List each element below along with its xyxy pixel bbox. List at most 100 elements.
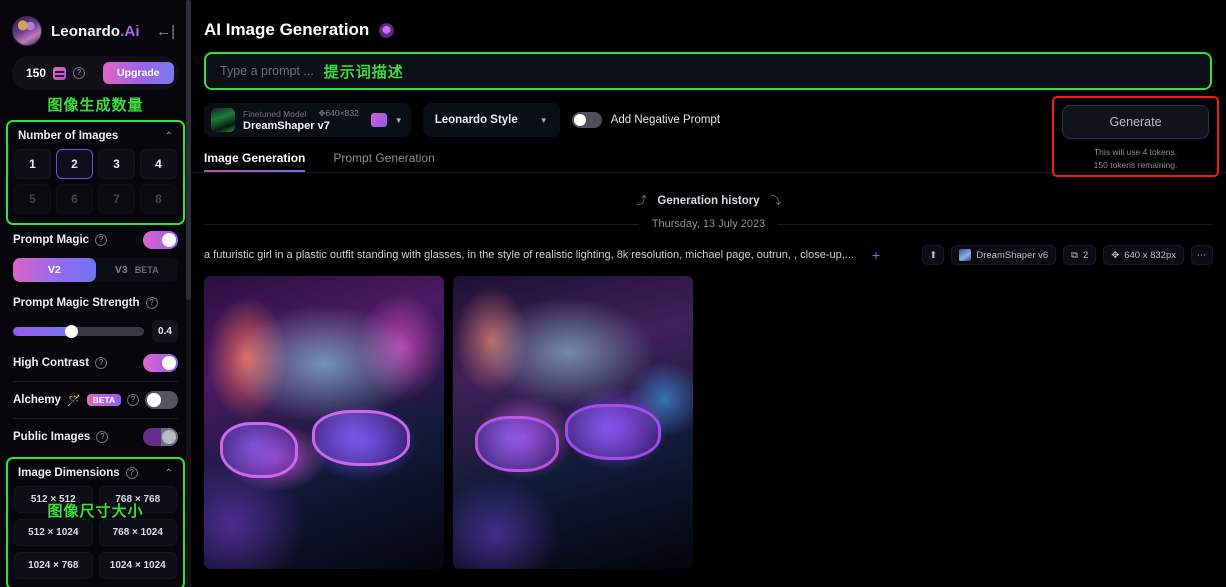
- add-icon[interactable]: +: [872, 247, 880, 263]
- num-images-3[interactable]: 3: [98, 149, 135, 179]
- alchemy-beta-badge: BETA: [86, 394, 122, 406]
- more-options-button[interactable]: ⋯: [1191, 245, 1213, 265]
- num-images-4[interactable]: 4: [140, 149, 177, 179]
- dimension-1024x768[interactable]: 1024 × 768: [14, 552, 93, 579]
- toggle-knob: [573, 114, 586, 126]
- image-dimensions-help-icon[interactable]: ?: [125, 467, 138, 479]
- generation-count-chip: ⧉ 2: [1063, 245, 1097, 265]
- avatar[interactable]: [12, 16, 42, 46]
- upgrade-button[interactable]: Upgrade: [103, 62, 174, 84]
- generate-button[interactable]: Generate: [1062, 105, 1209, 139]
- page-title-row: AI Image Generation: [191, 0, 1226, 40]
- number-of-images-header[interactable]: Number of Images ⌃: [14, 128, 177, 149]
- slider-handle[interactable]: [65, 324, 79, 338]
- high-contrast-label: High Contrast: [13, 357, 90, 369]
- image-dimensions-title: Image Dimensions: [18, 467, 120, 479]
- prompt-magic-help-icon[interactable]: ?: [95, 234, 108, 246]
- image-overlay: [204, 276, 444, 569]
- chevron-down-icon[interactable]: ▼: [540, 116, 548, 125]
- chevron-up-icon[interactable]: ⌃: [165, 468, 173, 479]
- high-contrast-help-icon[interactable]: ?: [95, 357, 108, 369]
- prompt-input-wrap: Type a prompt ... 提示词描述: [204, 52, 1212, 90]
- arrow-left-icon: ⤴: [635, 195, 647, 207]
- style-dropdown-label: Leonardo Style: [434, 114, 518, 126]
- divider: [204, 223, 639, 225]
- toggle-knob: [162, 233, 176, 247]
- prompt-magic-strength-help-icon[interactable]: ?: [145, 297, 158, 309]
- model-top-row: Finetuned Model ✥640×832: [243, 108, 359, 119]
- collapse-sidebar-icon[interactable]: ←|: [156, 24, 179, 39]
- alchemy-toggle[interactable]: [145, 391, 178, 409]
- sidebar: Leonardo.Ai ←| 150 ? Upgrade 图像生成数量 Numb…: [0, 0, 191, 587]
- upload-button[interactable]: ⬆: [922, 245, 945, 265]
- generated-images-strip: [204, 276, 1213, 569]
- prompt-magic-toggle[interactable]: [143, 231, 178, 249]
- public-images-toggle[interactable]: [143, 428, 178, 446]
- toggle-knob: [162, 430, 176, 444]
- move-icon: ✥: [1111, 249, 1120, 261]
- brand-name: Leonardo.Ai: [51, 23, 140, 40]
- style-dropdown[interactable]: Leonardo Style ▼: [422, 103, 560, 137]
- token-row: 150 ? Upgrade: [0, 56, 191, 90]
- num-images-7: 7: [98, 184, 135, 214]
- glasses-lens-right-icon: [312, 410, 410, 466]
- model-selector[interactable]: Finetuned Model ✥640×832 DreamShaper v7 …: [204, 103, 411, 137]
- generation-history-header[interactable]: ⤴ Generation history ⤵: [191, 191, 1226, 209]
- chevron-up-icon[interactable]: ⌃: [165, 131, 173, 142]
- divider: [778, 223, 1213, 225]
- model-dimensions-label: ✥640×832: [318, 108, 358, 119]
- generation-dimensions: 640 x 832px: [1124, 249, 1176, 261]
- num-images-1[interactable]: 1: [14, 149, 51, 179]
- generation-image-count: 2: [1082, 249, 1089, 261]
- history-date: Thursday, 13 July 2023: [651, 218, 766, 230]
- generated-image-2[interactable]: [453, 276, 693, 569]
- dimension-1024x1024[interactable]: 1024 × 1024: [98, 552, 177, 579]
- tab-image-generation[interactable]: Image Generation: [204, 151, 306, 172]
- layers-icon: ⧉: [1071, 249, 1078, 261]
- image-overlay: [453, 276, 693, 569]
- number-of-images-grid: 1 2 3 4 5 6 7 8: [14, 149, 177, 214]
- info-badge-icon[interactable]: [379, 22, 395, 38]
- model-edit-icon[interactable]: [370, 113, 387, 127]
- sidebar-controls: Prompt Magic ? V2 V3 BETA Prompt Magic S…: [0, 225, 191, 452]
- generation-model-name: DreamShaper v6: [976, 249, 1049, 261]
- num-images-2[interactable]: 2: [56, 149, 93, 179]
- prompt-magic-version-switch: V2 V3 BETA: [13, 258, 178, 282]
- chevron-down-icon[interactable]: ▼: [395, 116, 403, 125]
- model-thumbnail: [211, 108, 235, 132]
- page-title: AI Image Generation: [204, 20, 370, 39]
- tab-prompt-generation[interactable]: Prompt Generation: [333, 151, 434, 172]
- high-contrast-toggle[interactable]: [143, 354, 178, 372]
- model-thumbnail-icon: [959, 249, 972, 261]
- prompt-input[interactable]: Type a prompt ... 提示词描述: [204, 52, 1212, 90]
- generation-prompt-text: a futuristic girl in a plastic outfit st…: [204, 249, 854, 261]
- generation-entry-row: a futuristic girl in a plastic outfit st…: [204, 245, 1213, 265]
- alchemy-help-icon[interactable]: ?: [127, 394, 140, 406]
- prompt-magic-v3-option[interactable]: V3 BETA: [96, 258, 179, 282]
- negative-prompt-toggle[interactable]: [571, 112, 602, 128]
- leonardo-ai-app: Leonardo.Ai ←| 150 ? Upgrade 图像生成数量 Numb…: [0, 0, 1226, 587]
- token-help-icon[interactable]: ?: [73, 67, 86, 79]
- prompt-magic-strength-slider[interactable]: [13, 324, 144, 338]
- prompt-placeholder: Type a prompt ...: [220, 64, 314, 78]
- dimension-512x1024[interactable]: 512 × 1024: [14, 519, 93, 546]
- token-pill: 150 ? Upgrade: [12, 56, 179, 90]
- glasses-lens-right-icon: [565, 404, 661, 460]
- num-images-6: 6: [56, 184, 93, 214]
- annotation-dimensions-cn: 图像尺寸大小: [47, 503, 144, 520]
- generate-note-line1: This will use 4 tokens.: [1093, 147, 1178, 157]
- public-images-row: Public Images ?: [13, 422, 178, 452]
- prompt-magic-v2-option[interactable]: V2: [13, 258, 96, 282]
- glasses-lens-left-icon: [475, 416, 559, 472]
- wand-icon: 🪄: [66, 394, 81, 407]
- generation-model-chip[interactable]: DreamShaper v6: [951, 245, 1057, 265]
- image-dimensions-header[interactable]: Image Dimensions ? ⌃: [14, 465, 177, 486]
- public-images-help-icon[interactable]: ?: [96, 431, 109, 443]
- brand-name-text: Leonardo: [51, 22, 121, 40]
- arrow-right-icon: ⤵: [770, 195, 782, 207]
- dimension-768x1024[interactable]: 768 × 1024: [98, 519, 177, 546]
- slider-fill: [13, 326, 74, 336]
- generation-history-title: Generation history: [657, 195, 760, 207]
- annotation-images-count-cn: 图像生成数量: [47, 97, 144, 114]
- generated-image-1[interactable]: [204, 276, 444, 569]
